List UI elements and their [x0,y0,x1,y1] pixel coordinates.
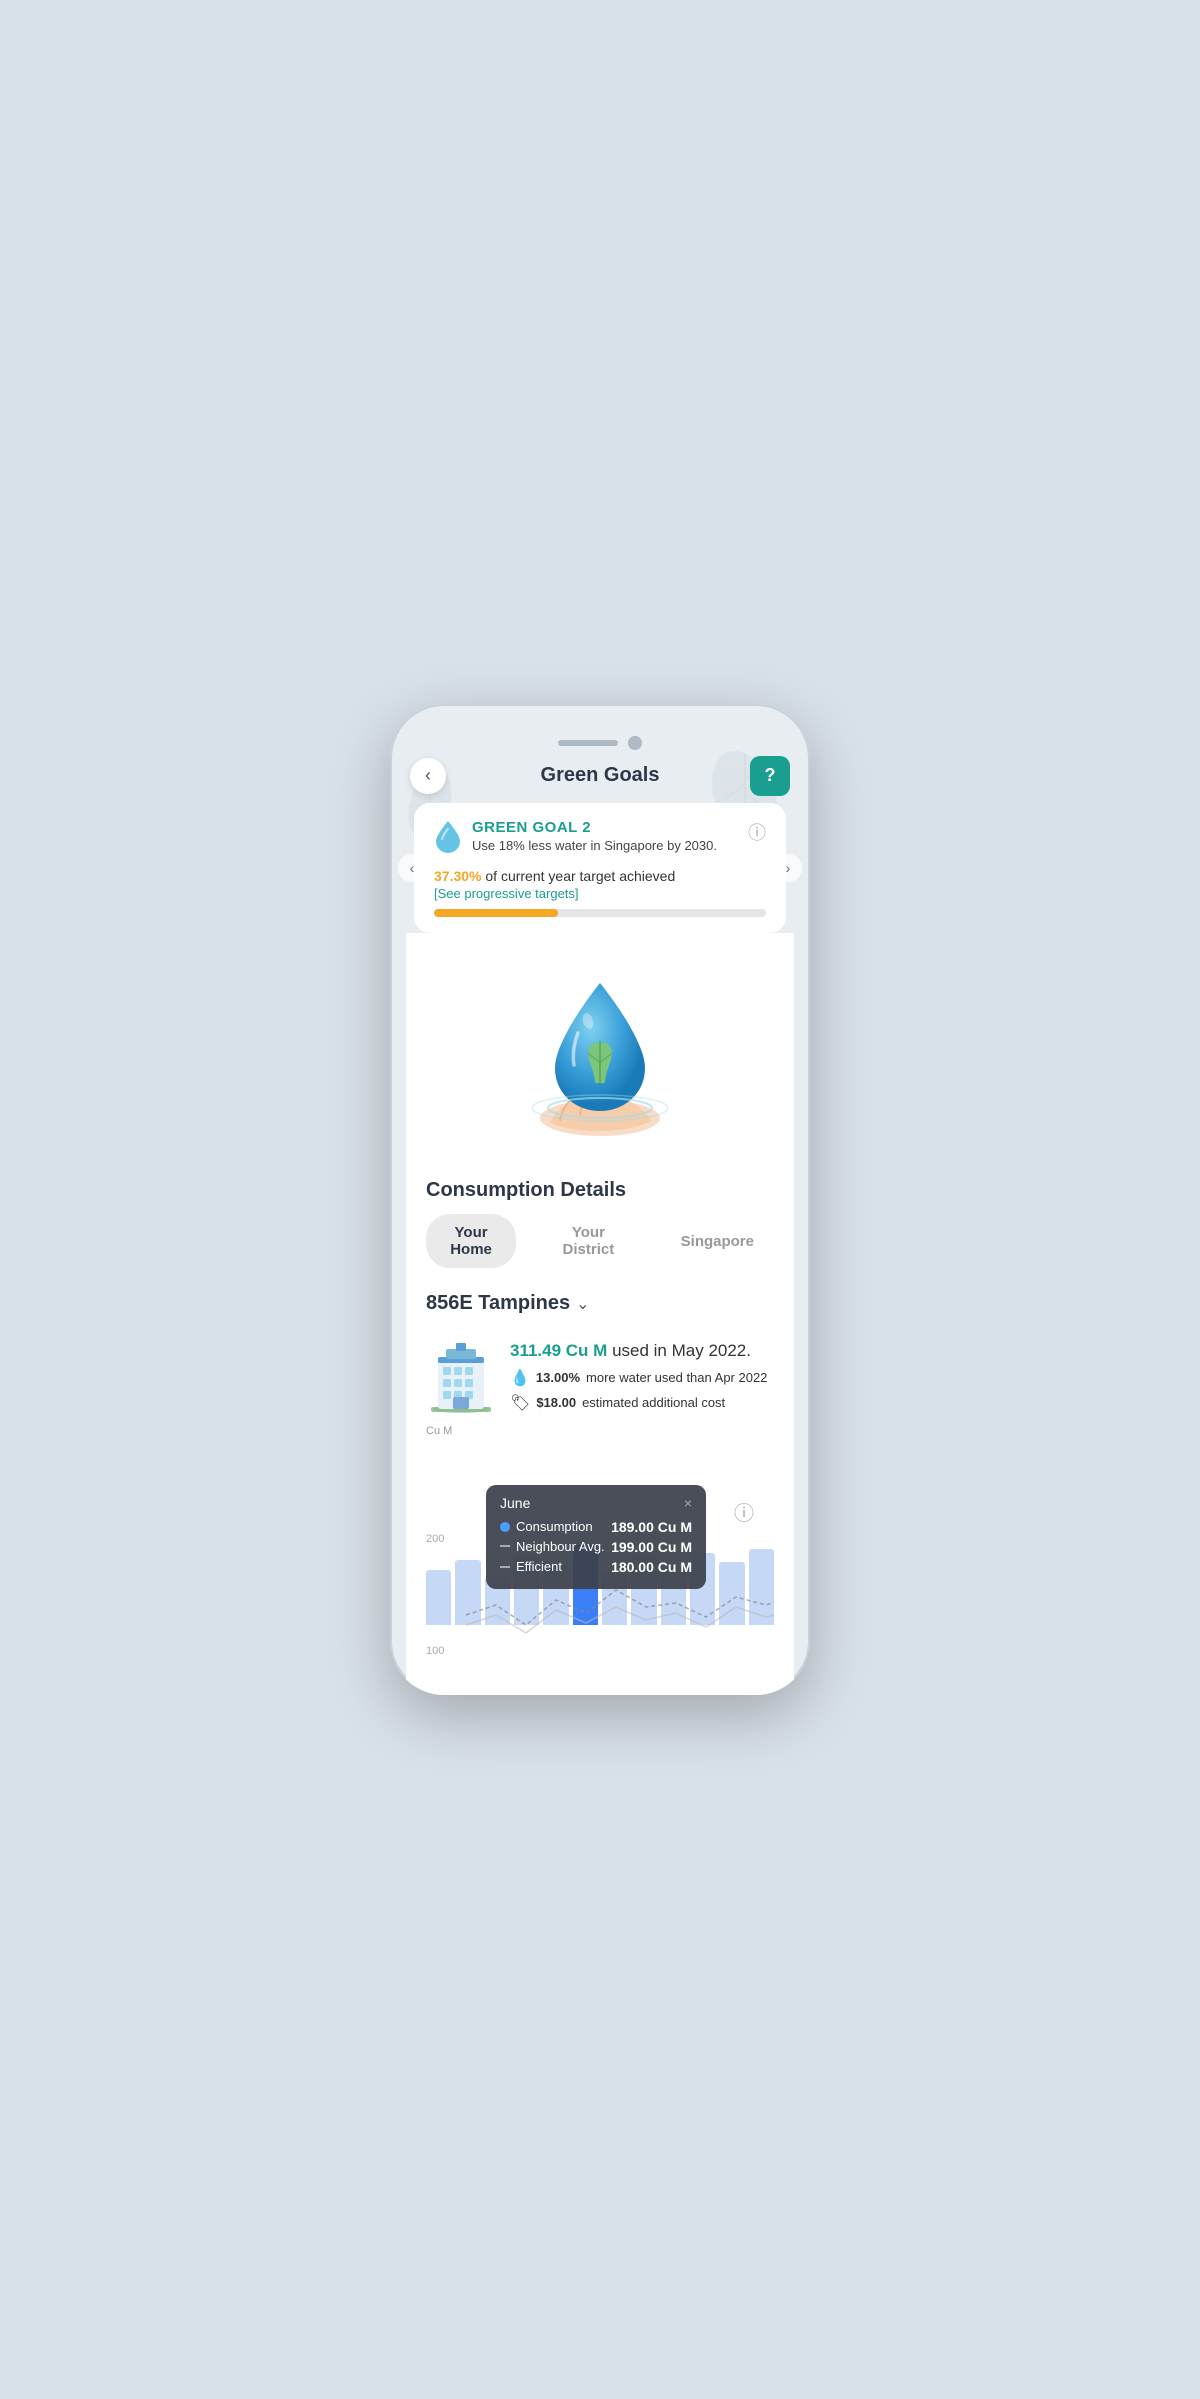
help-label: ? [765,765,776,786]
goal-title-wrap: GREEN GOAL 2 Use 18% less water in Singa… [472,819,717,853]
building-icon [426,1339,496,1409]
chart-bar-10[interactable] [719,1562,744,1625]
progress-bar [434,909,766,917]
consumption-more: 💧 13.00% more water used than Apr 2022 [510,1368,767,1388]
consumption-dot [500,1522,510,1532]
header: ‹ Green Goals ? [390,764,810,803]
tooltip-neighbour-val: 199.00 Cu M [611,1539,692,1555]
building-svg [426,1339,496,1414]
goal-card: GREEN GOAL 2 Use 18% less water in Singa… [414,803,786,933]
progress-bar-fill [434,909,558,917]
dropdown-arrow-icon[interactable]: ⌄ [576,1294,589,1314]
goal-title: GREEN GOAL 2 [472,819,717,836]
more-label: more water used than Apr 2022 [586,1370,767,1385]
goal-desc: Use 18% less water in Singapore by 2030. [472,838,717,853]
see-targets-link[interactable]: [See progressive targets] [434,886,766,901]
achievement-line: 37.30% of current year target achieved [434,868,766,884]
water-drop-icon [434,819,462,858]
illustration-area [406,933,794,1163]
y-tick-200: 200 [426,1533,444,1545]
tooltip-neighbour-row: Neighbour Avg. 199.00 Cu M [500,1539,692,1555]
achievement-suffix: of current year target achieved [485,868,675,884]
chart-tooltip: June × Consumption 189.00 Cu M Neighbour… [486,1485,706,1589]
chart-y-label: Cu M [426,1425,774,1437]
price-tag-icon: 🏷 [510,1393,530,1413]
chart-info-icon[interactable]: ⓘ [734,1497,754,1526]
efficient-dot [500,1566,510,1568]
cost-label: estimated additional cost [582,1395,725,1410]
consumption-period: used in May 2022. [612,1341,751,1360]
neighbour-dot [500,1545,510,1548]
tooltip-close-button[interactable]: × [684,1495,692,1511]
chart-bottom-pad [406,1665,794,1695]
cost-amount: $18.00 [536,1395,576,1410]
tooltip-efficient-label: Efficient [500,1559,562,1574]
notch-pill [558,740,618,746]
goal-header: GREEN GOAL 2 Use 18% less water in Singa… [434,819,766,858]
tooltip-efficient-row: Efficient 180.00 Cu M [500,1559,692,1575]
tooltip-consumption-val: 189.00 Cu M [611,1519,692,1535]
tab-singapore[interactable]: Singapore [661,1223,774,1260]
chart-bar-1[interactable] [455,1560,480,1625]
chart-bar-11[interactable] [749,1549,774,1625]
phone-shell: ‹ Green Goals ? ‹ GREEN GOAL 2 Use 18% l… [390,704,810,1695]
chart-wrapper: June × Consumption 189.00 Cu M Neighbour… [426,1485,774,1665]
y-tick-100: 100 [426,1645,444,1657]
water-hand-svg [500,953,700,1153]
tooltip-month: June [500,1495,530,1511]
notch-circle [628,736,642,750]
chart-area: Cu M June × Consumption 189.00 Cu M [406,1413,794,1665]
info-icon[interactable]: ⓘ [748,819,766,845]
consumption-info: 311.49 Cu M used in May 2022. 💧 13.00% m… [510,1339,767,1413]
location-row: 856E Tampines ⌄ [406,1284,794,1327]
water-illustration [500,953,700,1153]
next-goal-button[interactable]: › [774,854,802,882]
tab-your-home[interactable]: Your Home [426,1214,516,1268]
consumption-top: 311.49 Cu M used in May 2022. 💧 13.00% m… [426,1339,774,1413]
more-pct: 13.00% [536,1370,580,1385]
tooltip-header: June × [500,1495,692,1511]
help-button[interactable]: ? [750,756,790,796]
location-label: 856E Tampines [426,1292,570,1315]
consumption-cost: 🏷 $18.00 estimated additional cost [510,1393,767,1413]
section-title: Consumption Details [406,1163,794,1210]
tooltip-consumption-row: Consumption 189.00 Cu M [500,1519,692,1535]
consumption-card: 311.49 Cu M used in May 2022. 💧 13.00% m… [406,1327,794,1413]
tabs-row: Your Home Your District Singapore [406,1210,794,1284]
y-axis: 200 100 [426,1533,444,1665]
page-title: Green Goals [541,764,660,787]
tab-your-district[interactable]: Your District [540,1214,637,1268]
tooltip-consumption-label: Consumption [500,1519,593,1534]
consumption-main: 311.49 Cu M used in May 2022. [510,1339,767,1363]
tooltip-neighbour-label: Neighbour Avg. [500,1539,605,1554]
achievement-pct: 37.30% [434,868,481,884]
consumption-amount: 311.49 Cu M [510,1341,607,1360]
tooltip-efficient-val: 180.00 Cu M [611,1559,692,1575]
back-button[interactable]: ‹ [410,758,446,794]
prev-goal-button[interactable]: ‹ [398,854,426,882]
water-drop-small-icon: 💧 [510,1368,530,1388]
goal-card-container: ‹ GREEN GOAL 2 Use 18% less water in Sin… [398,803,802,933]
